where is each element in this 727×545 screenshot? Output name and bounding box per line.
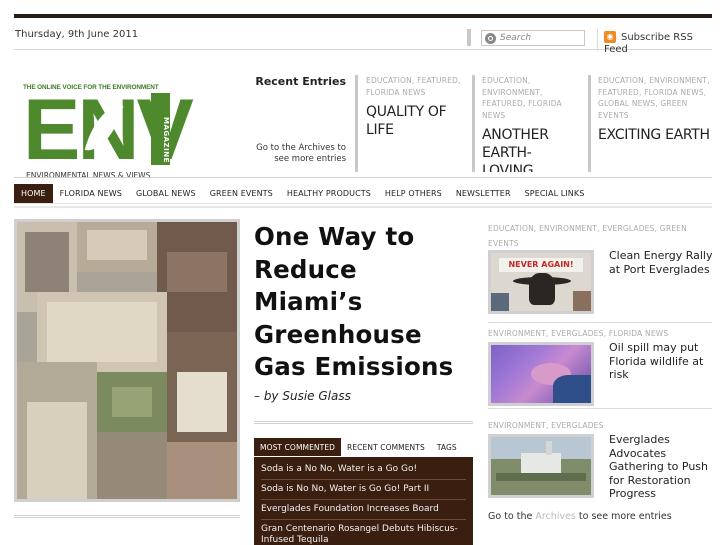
header-bottom-divider (14, 177, 712, 178)
featured-image[interactable] (14, 219, 240, 502)
top-accent-bar (14, 14, 712, 18)
comments-tabs: MOST COMMENTED RECENT COMMENTS TAGS (254, 438, 473, 456)
search-box[interactable] (481, 30, 585, 46)
entry-title[interactable]: QUALITY OF LIFE (366, 103, 466, 139)
current-date: Thursday, 9th June 2011 (15, 29, 139, 40)
rss-icon[interactable]: ◉ (604, 31, 616, 43)
post-title[interactable]: Clean Energy Rally at Port Everglades (609, 249, 715, 276)
tab-recent-comments[interactable]: RECENT COMMENTS (341, 438, 431, 456)
main-nav: HOME FLORIDA NEWS GLOBAL NEWS GREEN EVEN… (14, 184, 712, 204)
archives-footer-note: Go to the Archives to see more entries (488, 511, 672, 522)
tab-panel: Soda is a No No, Water is a Go Go! Soda … (254, 457, 473, 545)
entry-divider (472, 75, 475, 172)
recent-entries-title: Recent Entries (255, 75, 346, 88)
entry-title[interactable]: ANOTHER EARTH-LOVING (482, 126, 582, 172)
entry-categories[interactable]: EDUCATION, FEATURED, FLORIDA NEWS (366, 75, 466, 98)
search-input[interactable] (500, 33, 580, 43)
post-categories[interactable]: ENVIRONMENT, EVERGLADES (488, 418, 712, 433)
feature-byline: – by Susie Glass (254, 389, 351, 403)
rss-divider (597, 29, 598, 51)
nav-global-news[interactable]: GLOBAL NEWS (129, 184, 203, 203)
entry-categories[interactable]: EDUCATION, ENVIRONMENT, FEATURED, FLORID… (482, 75, 582, 121)
post-thumbnail[interactable] (488, 342, 594, 406)
post-categories[interactable]: EDUCATION, ENVIRONMENT, EVERGLADES, GREE… (488, 221, 712, 251)
post-categories[interactable]: ENVIRONMENT, EVERGLADES, FLORIDA NEWS (488, 326, 712, 341)
post-title[interactable]: Oil spill may put Florida wildlife at ri… (609, 341, 715, 382)
search-icon[interactable] (485, 32, 496, 44)
archives-link[interactable]: Go to the Archives to see more entries (240, 143, 346, 165)
tab-tags[interactable]: TAGS (431, 438, 463, 456)
list-item[interactable]: Gran Centenario Rosangel Debuts Hibiscus… (261, 520, 466, 545)
feature-divider (14, 515, 240, 518)
goto-prefix: Go to the (488, 511, 533, 522)
post-thumbnail[interactable] (488, 434, 594, 498)
archives-link[interactable]: Archives (535, 511, 576, 522)
rss-subscribe-link[interactable]: Subscribe RSS Feed (604, 32, 712, 56)
list-item[interactable]: Soda is No No, Water is Go Go! Part II (261, 480, 466, 500)
post-divider (488, 322, 712, 323)
entry-divider (355, 75, 358, 172)
post-thumbnail[interactable]: NEVER AGAIN! (488, 250, 594, 314)
protest-sign-text: NEVER AGAIN! (499, 258, 583, 272)
logo-subtitle: ENVIRONMENTAL NEWS & VIEWS (26, 171, 151, 180)
entry-categories[interactable]: EDUCATION, ENVIRONMENT, FEATURED, FLORID… (598, 75, 710, 121)
feature-headline[interactable]: One Way to Reduce Miami’s Greenhouse Gas… (254, 221, 474, 384)
nav-newsletter[interactable]: NEWSLETTER (449, 184, 518, 203)
recent-entry[interactable]: EDUCATION, ENVIRONMENT, FEATURED, FLORID… (598, 75, 710, 172)
tab-most-commented[interactable]: MOST COMMENTED (254, 438, 342, 456)
nav-home[interactable]: HOME (14, 184, 53, 203)
logo-magazine: MAGAZINE (151, 93, 170, 165)
nav-green-events[interactable]: GREEN EVENTS (203, 184, 280, 203)
entry-divider (588, 75, 591, 172)
nav-healthy-products[interactable]: HEALTHY PRODUCTS (280, 184, 378, 203)
post-title[interactable]: Everglades Advocates Gathering to Push f… (609, 433, 715, 501)
recent-entry[interactable]: EDUCATION, FEATURED, FLORIDA NEWS QUALIT… (366, 75, 466, 172)
site-logo[interactable]: THE ONLINE VOICE FOR THE ENVIRONMENT ENV… (23, 84, 194, 180)
recent-entry[interactable]: EDUCATION, ENVIRONMENT, FEATURED, FLORID… (482, 75, 582, 172)
post-divider (488, 408, 712, 409)
list-item[interactable]: Soda is a No No, Water is a Go Go! (261, 460, 466, 480)
goto-suffix: to see more entries (578, 511, 672, 522)
list-item[interactable]: Everglades Foundation Increases Board (261, 500, 466, 520)
nav-underline (14, 206, 712, 208)
headline-divider (254, 421, 473, 424)
search-accent (467, 29, 471, 46)
nav-help-others[interactable]: HELP OTHERS (378, 184, 449, 203)
nav-special-links[interactable]: SPECIAL LINKS (518, 184, 592, 203)
nav-florida-news[interactable]: FLORIDA NEWS (53, 184, 129, 203)
entry-title[interactable]: EXCITING EARTH (598, 126, 710, 144)
